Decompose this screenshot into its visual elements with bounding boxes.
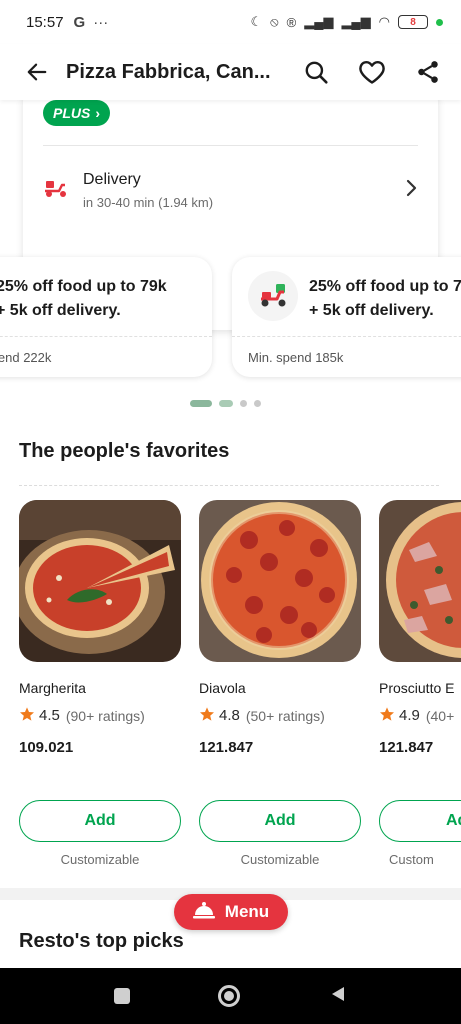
customizable-note: Custom	[389, 852, 434, 867]
promo-min-spend: Min. spend 185k	[248, 350, 344, 365]
product-name: Margherita	[19, 680, 86, 696]
recent-apps-icon[interactable]	[114, 988, 131, 1004]
customizable-note: Customizable	[240, 852, 320, 867]
system-navigation-bar	[0, 968, 461, 1024]
promo-line1: 25% off food up to 79k	[0, 278, 167, 295]
moon-icon: ☾	[250, 14, 263, 29]
rating-value: 4.5	[39, 707, 60, 724]
carousel-dot	[254, 400, 261, 407]
status-bar: 15:57 G ··· ☾ ⦸ ® ▂▄▆ ▂▄▆ ◠ 8	[0, 0, 461, 44]
product-name: Prosciutto E	[379, 680, 455, 696]
cloche-icon	[192, 900, 215, 925]
signal-icon-2: ▂▄▆	[341, 14, 371, 29]
page-title: Pizza Fabbrica, Can...	[66, 60, 271, 83]
app-bar: Pizza Fabbrica, Can...	[0, 44, 461, 100]
divider	[43, 145, 418, 146]
carousel-dot	[240, 400, 247, 407]
product-card[interactable]: Diavola 4.8 (50+ ratings) 121.847	[199, 500, 361, 756]
rating-count: (50+ ratings)	[245, 707, 325, 724]
registered-icon: ®	[286, 14, 297, 30]
promo-divider	[232, 336, 461, 337]
product-price: 109.021	[19, 739, 74, 756]
customizable-note: Customizable	[60, 852, 140, 867]
signal-icon: ▂▄▆	[304, 14, 334, 29]
menu-button-label: Menu	[224, 902, 270, 921]
product-price: 121.847	[199, 739, 254, 756]
divider	[19, 485, 439, 486]
promo-card[interactable]: 25% off food up to 79k + 5k off delivery…	[0, 257, 212, 377]
status-time: 15:57	[26, 13, 64, 31]
plus-badge[interactable]: PLUS ›	[43, 100, 111, 126]
heart-icon[interactable]	[357, 57, 387, 87]
add-button[interactable]: Add	[199, 800, 361, 842]
g-icon: G	[73, 13, 86, 31]
section-title: Resto's top picks	[19, 930, 184, 952]
product-rating: 4.8 (50+ ratings)	[199, 706, 361, 725]
chevron-right-icon: ›	[95, 105, 101, 121]
search-icon[interactable]	[301, 57, 331, 87]
product-price: 121.847	[379, 739, 434, 756]
product-image[interactable]	[379, 500, 461, 662]
product-image[interactable]	[19, 500, 181, 662]
star-icon	[379, 706, 395, 725]
privacy-indicator-icon	[436, 18, 443, 26]
carousel-dot	[190, 400, 212, 407]
product-rating: 4.9 (40+	[379, 706, 461, 725]
product-card[interactable]: Prosciutto E 4.9 (40+ 121.847	[379, 500, 461, 756]
promo-line2: + 5k off delivery.	[0, 302, 121, 319]
product-rating: 4.5 (90+ ratings)	[19, 706, 181, 725]
promo-line1: 25% off food up to 79k	[309, 278, 461, 295]
product-name: Diavola	[199, 680, 246, 696]
product-image[interactable]	[199, 500, 361, 662]
add-button[interactable]: Add	[19, 800, 181, 842]
delivery-row[interactable]: Delivery in 30-40 min (1.94 km)	[43, 166, 418, 214]
delivery-eta: in 30-40 min (1.94 km)	[83, 194, 214, 210]
back-icon[interactable]	[329, 985, 347, 1008]
vibrate-off-icon: ⦸	[270, 14, 279, 29]
rating-value: 4.8	[219, 707, 240, 724]
product-card[interactable]: Margherita 4.5 (90+ ratings) 109.021	[19, 500, 181, 756]
battery-icon: 8	[398, 15, 428, 29]
chevron-right-icon	[404, 179, 418, 202]
rating-count: (90+ ratings)	[65, 707, 145, 724]
promo-line2: + 5k off delivery.	[309, 302, 434, 319]
content-scroll[interactable]: PLUS › Delivery in 30-40 min (1.94 km) 2…	[0, 100, 461, 968]
carousel-dot	[219, 400, 233, 407]
add-button[interactable]: Ad	[379, 800, 461, 842]
star-icon	[19, 706, 35, 725]
scooter-icon	[248, 271, 298, 321]
more-notifications-icon: ···	[93, 13, 109, 31]
rating-count: (40+	[425, 707, 455, 724]
plus-badge-label: PLUS	[53, 105, 91, 121]
delivery-title: Delivery	[83, 170, 141, 188]
menu-button[interactable]: Menu	[174, 894, 288, 930]
wifi-icon: ◠	[378, 14, 390, 29]
carousel-indicator	[190, 400, 261, 407]
share-icon[interactable]	[413, 57, 443, 87]
back-arrow-icon[interactable]	[20, 57, 54, 87]
rating-value: 4.9	[399, 707, 420, 724]
home-icon[interactable]	[218, 985, 241, 1007]
section-title: The people's favorites	[19, 440, 230, 462]
promo-card[interactable]: 25% off food up to 79k + 5k off delivery…	[232, 257, 461, 377]
promo-min-spend: Min. spend 222k	[0, 350, 52, 365]
scooter-icon	[43, 177, 69, 204]
promo-divider	[0, 336, 212, 337]
star-icon	[199, 706, 215, 725]
